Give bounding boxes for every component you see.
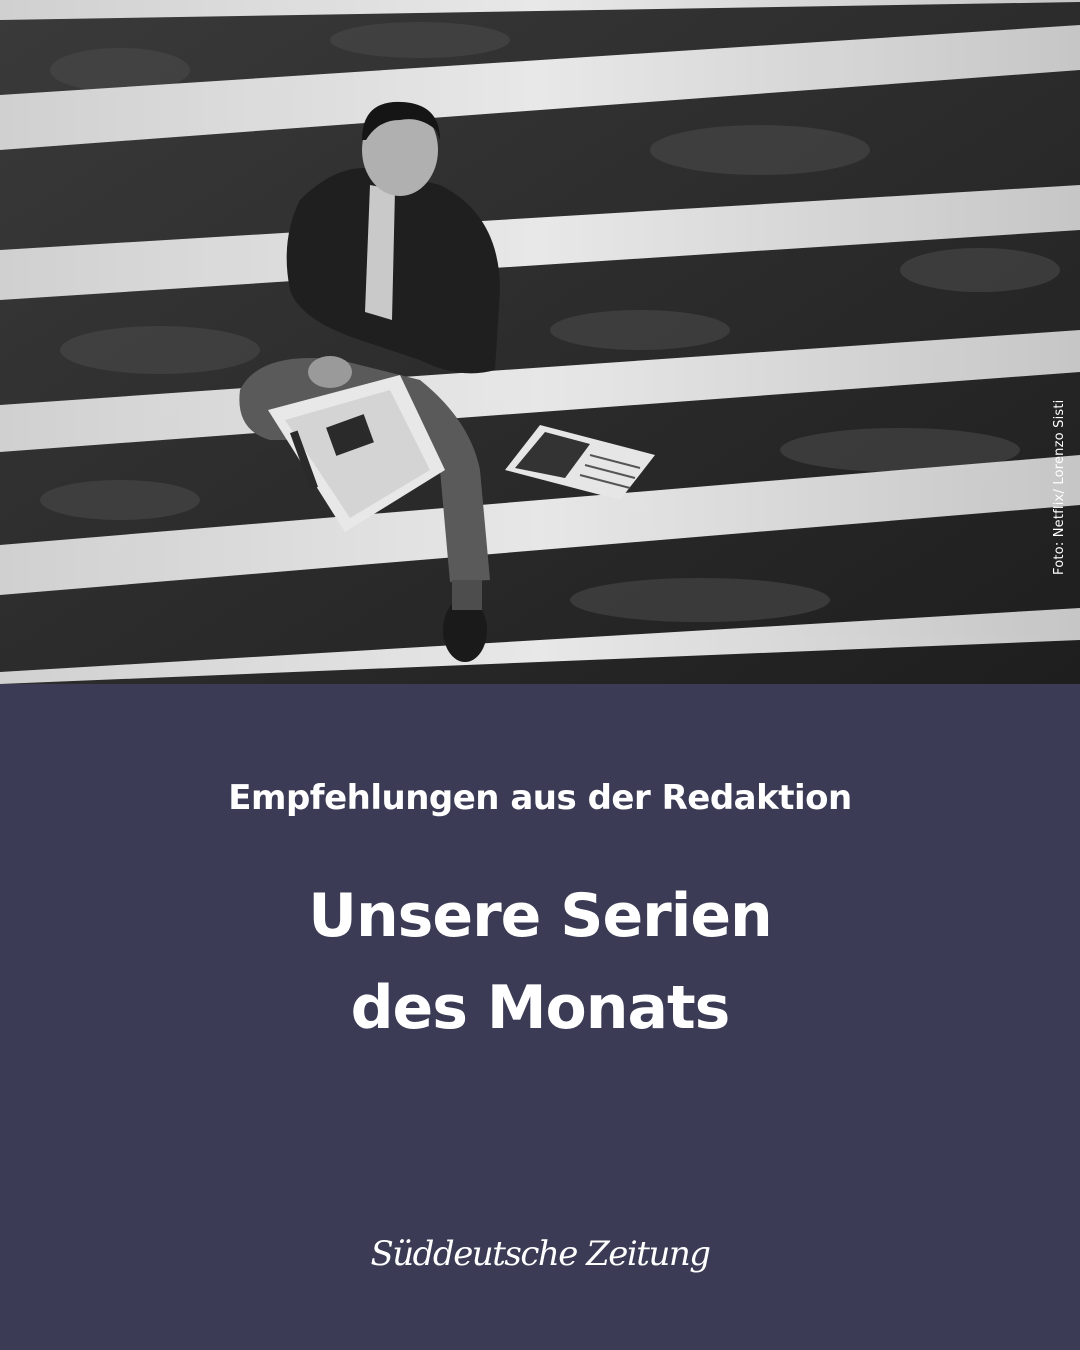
headline: Unsere Serien des Monats bbox=[0, 870, 1080, 1054]
headline-line-1: Unsere Serien bbox=[308, 881, 772, 951]
post-card: Foto: Netflix/ Lorenzo Sisti Empfehlunge… bbox=[0, 0, 1080, 1350]
photo-credit: Foto: Netflix/ Lorenzo Sisti bbox=[1052, 399, 1067, 575]
text-panel: Empfehlungen aus der Redaktion Unsere Se… bbox=[0, 684, 1080, 1350]
hero-photo: Foto: Netflix/ Lorenzo Sisti bbox=[0, 0, 1080, 684]
headline-line-2: des Monats bbox=[350, 973, 731, 1043]
kicker: Empfehlungen aus der Redaktion bbox=[228, 778, 852, 818]
brand-logo: Süddeutsche Zeitung bbox=[370, 1234, 711, 1274]
stairs-photo-illustration bbox=[0, 0, 1080, 684]
